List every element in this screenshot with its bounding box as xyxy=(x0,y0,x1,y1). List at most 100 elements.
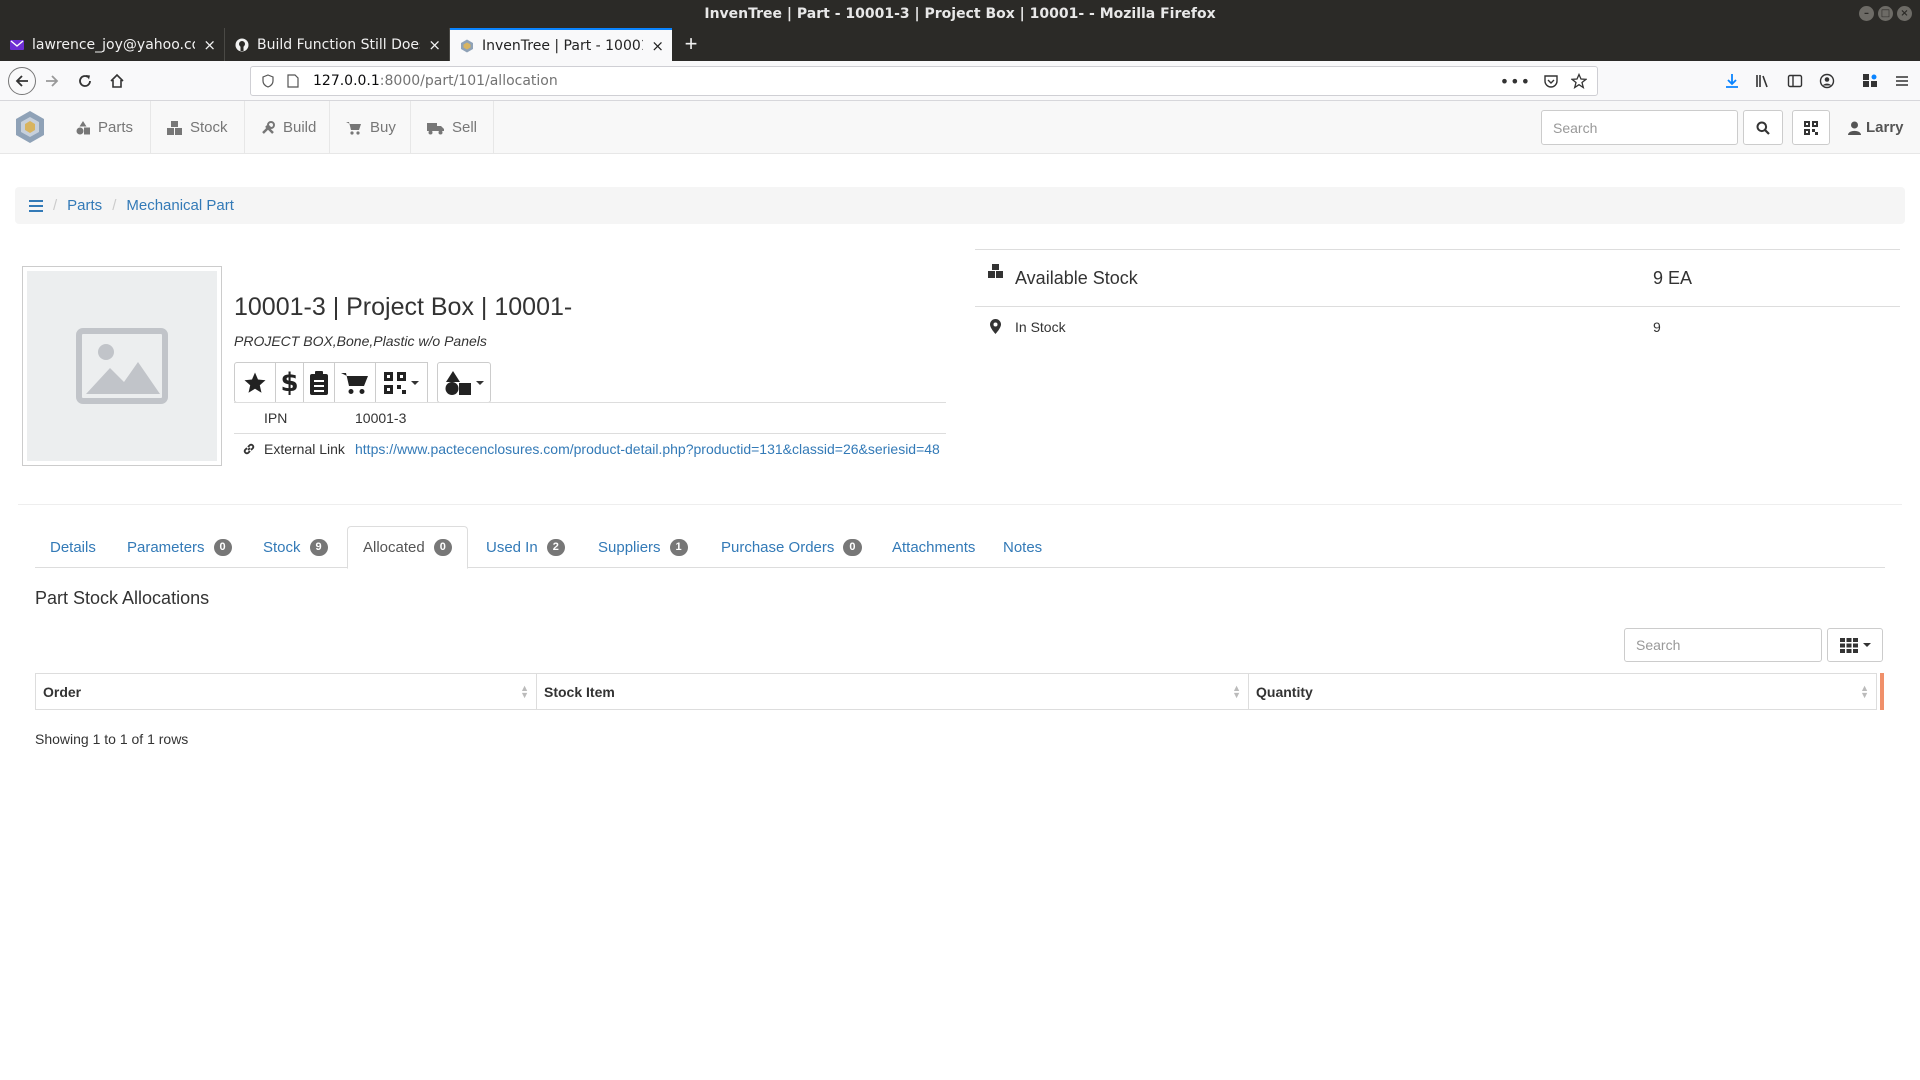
user-name: Larry xyxy=(1866,119,1904,136)
window-title: InvenTree | Part - 10001-3 | Project Box… xyxy=(704,6,1216,22)
tab-allocated[interactable]: Allocated 0 xyxy=(347,526,468,569)
th-grid-icon xyxy=(1839,637,1858,653)
nav-parts-label: Parts xyxy=(98,119,134,136)
tab-close-icon[interactable]: × xyxy=(428,36,441,54)
nav-sell[interactable]: Sell xyxy=(411,101,494,154)
tab-stock-badge: 9 xyxy=(309,538,328,556)
columns-toggle-button[interactable] xyxy=(1827,628,1883,662)
map-marker-icon xyxy=(989,319,1001,334)
order-part-button[interactable] xyxy=(334,362,376,403)
new-tab-button[interactable]: + xyxy=(681,28,701,61)
count-stock-button[interactable] xyxy=(303,362,335,403)
part-thumbnail[interactable] xyxy=(22,266,222,466)
global-search-input[interactable]: Search xyxy=(1541,110,1738,145)
attr-ipn: IPN 10001-3 xyxy=(234,402,946,433)
tab-notes[interactable]: Notes xyxy=(988,526,1057,568)
tab-parameters-label: Parameters xyxy=(127,538,205,556)
shopping-cart-icon xyxy=(346,121,362,135)
account-button[interactable] xyxy=(1815,69,1839,93)
tab-purchase-orders[interactable]: Purchase Orders 0 xyxy=(706,526,877,568)
table-scroll-indicator xyxy=(1880,673,1884,710)
nav-parts[interactable]: Parts xyxy=(60,101,151,154)
pagination-info: Showing 1 to 1 of 1 rows xyxy=(35,731,189,747)
table-search-input[interactable]: Search xyxy=(1624,628,1822,662)
column-quantity[interactable]: Quantity ▲ ▼ xyxy=(1249,674,1876,709)
maximize-button[interactable]: □ xyxy=(1878,6,1893,21)
part-actions-button[interactable] xyxy=(437,362,491,403)
breadcrumb-category[interactable]: Mechanical Part xyxy=(126,197,234,214)
search-button[interactable] xyxy=(1743,110,1783,145)
tab-parameters[interactable]: Parameters 0 xyxy=(112,526,247,568)
nav-stock[interactable]: Stock xyxy=(151,101,245,154)
arrow-left-icon xyxy=(15,75,28,87)
home-button[interactable] xyxy=(105,69,129,93)
menu-button[interactable] xyxy=(1890,69,1914,93)
window-titlebar: InvenTree | Part - 10001-3 | Project Box… xyxy=(0,0,1920,28)
tab-close-icon[interactable]: × xyxy=(651,37,664,55)
external-link-label: External Link xyxy=(264,441,345,457)
browser-tab-mail[interactable]: lawrence_joy@yahoo.co × xyxy=(0,28,225,61)
pricing-button[interactable]: $ xyxy=(275,362,304,403)
tab-close-icon[interactable]: × xyxy=(203,36,216,54)
url-path: :8000/part/101/allocation xyxy=(379,73,558,89)
reload-button[interactable] xyxy=(73,69,97,93)
close-window-button[interactable]: × xyxy=(1897,6,1912,21)
qrcode-icon xyxy=(384,371,406,394)
library-button[interactable] xyxy=(1751,69,1775,93)
nav-build[interactable]: Build xyxy=(245,101,330,154)
browser-tab-inventree[interactable]: InvenTree | Part - 10001- × xyxy=(450,28,672,61)
barcode-actions-button[interactable] xyxy=(375,362,428,403)
inventree-logo-icon[interactable] xyxy=(14,110,46,144)
sidebar-button[interactable] xyxy=(1783,69,1807,93)
star-button[interactable] xyxy=(234,362,276,403)
hamburger-icon xyxy=(1896,76,1908,86)
search-placeholder: Search xyxy=(1553,119,1598,136)
back-button[interactable] xyxy=(8,67,36,95)
tab-purchase-orders-label: Purchase Orders xyxy=(721,538,835,556)
download-icon xyxy=(1726,74,1738,88)
minimize-button[interactable]: – xyxy=(1859,6,1874,21)
ipn-value: 10001-3 xyxy=(355,410,407,426)
tab-suppliers[interactable]: Suppliers 1 xyxy=(583,526,703,568)
url-bar[interactable]: 127.0.0.1:8000/part/101/allocation ••• xyxy=(250,66,1598,96)
column-order[interactable]: Order ▲ ▼ xyxy=(36,674,537,709)
tab-details[interactable]: Details xyxy=(35,526,111,568)
tab-used-in[interactable]: Used In 2 xyxy=(471,526,580,568)
attr-external-link: External Link https://www.pactecenclosur… xyxy=(234,433,946,464)
browser-tab-github[interactable]: Build Function Still Does × xyxy=(225,28,450,61)
nav-buy[interactable]: Buy xyxy=(330,101,411,154)
external-link[interactable]: https://www.pactecenclosures.com/product… xyxy=(355,441,940,457)
user-menu[interactable]: Larry xyxy=(1848,101,1904,154)
image-placeholder-icon xyxy=(76,328,168,404)
tab-attachments[interactable]: Attachments xyxy=(877,526,990,568)
table-search-placeholder: Search xyxy=(1636,637,1681,653)
window-controls: – □ × xyxy=(1859,6,1912,21)
breadcrumb-parts[interactable]: Parts xyxy=(67,197,102,214)
account-icon xyxy=(1819,73,1835,89)
page-icon xyxy=(287,74,299,88)
page-actions-icon[interactable]: ••• xyxy=(1500,72,1531,91)
extensions-button[interactable] xyxy=(1858,69,1882,93)
column-stock-item-label: Stock Item xyxy=(544,683,615,700)
github-icon xyxy=(235,38,249,51)
tab-used-in-badge: 2 xyxy=(546,538,565,556)
boxes-icon xyxy=(987,264,1003,278)
tab-allocated-label: Allocated xyxy=(363,539,425,556)
sort-icon: ▲ ▼ xyxy=(520,682,529,700)
tab-stock[interactable]: Stock 9 xyxy=(248,526,343,568)
shapes-icon xyxy=(445,370,471,395)
column-stock-item[interactable]: Stock Item ▲ ▼ xyxy=(537,674,1249,709)
yahoo-mail-icon xyxy=(10,39,24,50)
forward-button[interactable] xyxy=(40,69,64,93)
downloads-button[interactable] xyxy=(1720,69,1744,93)
sidebar-toggle-icon[interactable] xyxy=(29,199,43,212)
shapes-icon xyxy=(76,120,90,135)
barcode-scan-button[interactable] xyxy=(1792,110,1830,145)
breadcrumb: / Parts / Mechanical Part xyxy=(15,187,1905,224)
bookmark-star-icon[interactable] xyxy=(1571,73,1587,89)
nav-buy-label: Buy xyxy=(370,119,396,136)
sidebar-icon xyxy=(1787,74,1803,88)
tab-label: InvenTree | Part - 10001- xyxy=(482,37,644,54)
pocket-icon[interactable] xyxy=(1543,73,1559,89)
section-title: Part Stock Allocations xyxy=(35,588,210,608)
